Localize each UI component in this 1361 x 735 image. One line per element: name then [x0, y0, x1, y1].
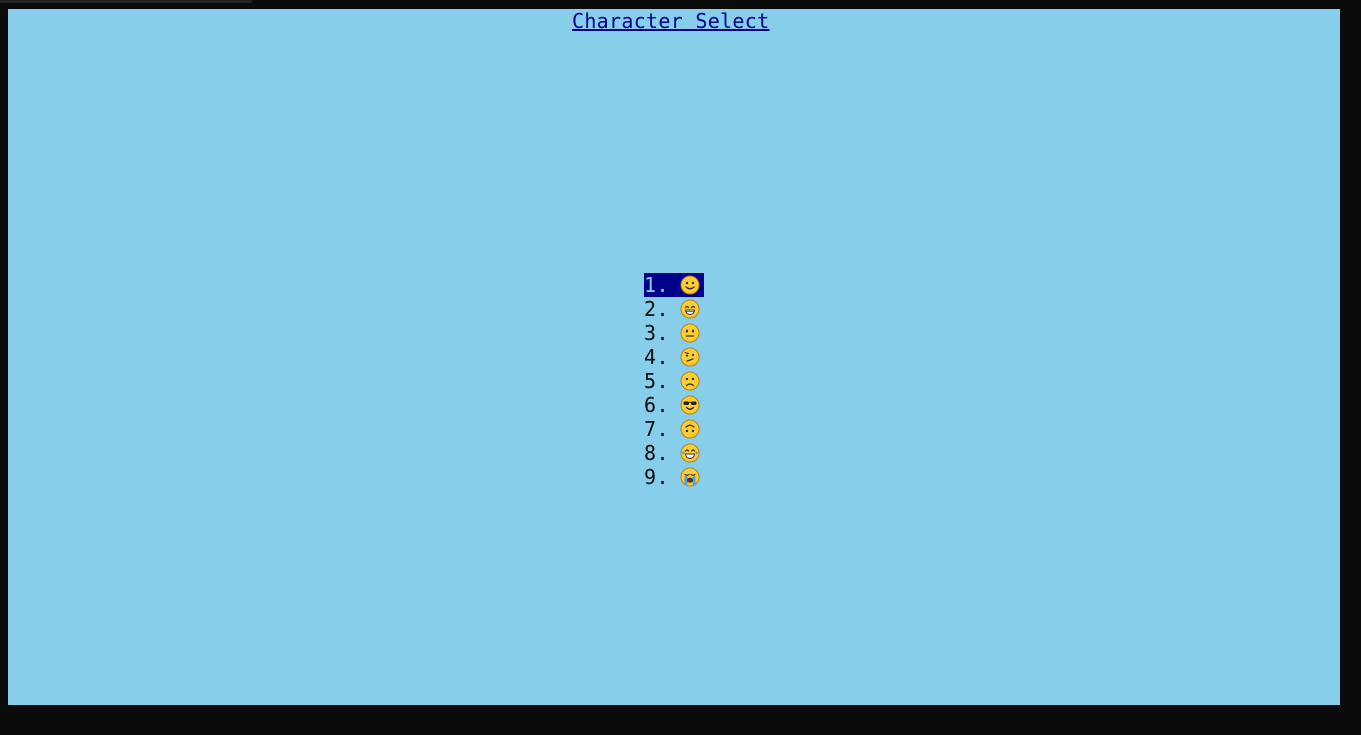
option-number: 9. [644, 465, 670, 489]
window-top-edge [0, 0, 252, 3]
option-number: 1. [644, 273, 670, 297]
option-number: 6. [644, 393, 670, 417]
character-option-9[interactable]: 9. [644, 465, 704, 489]
loudly-crying-face-icon [680, 467, 700, 487]
character-option-5[interactable]: 5. [644, 369, 704, 393]
character-option-2[interactable]: 2. [644, 297, 704, 321]
character-option-8[interactable]: 8. [644, 441, 704, 465]
neutral-face-icon [680, 323, 700, 343]
option-number: 5. [644, 369, 670, 393]
option-number: 8. [644, 441, 670, 465]
option-number: 2. [644, 297, 670, 321]
slightly-frowning-face-icon [680, 371, 700, 391]
tears-of-joy-face-icon [680, 443, 700, 463]
character-option-4[interactable]: 4. [644, 345, 704, 369]
character-option-6[interactable]: 6. [644, 393, 704, 417]
option-number: 7. [644, 417, 670, 441]
sunglasses-face-icon [680, 395, 700, 415]
character-option-7[interactable]: 7. [644, 417, 704, 441]
character-option-3[interactable]: 3. [644, 321, 704, 345]
screen-title: Character Select [572, 9, 770, 33]
game-screen: Character Select 1. 2. 3. 4. 5. 6. 7. 8.… [8, 9, 1340, 705]
option-number: 3. [644, 321, 670, 345]
terminal-window: Character Select 1. 2. 3. 4. 5. 6. 7. 8.… [0, 0, 1361, 735]
option-number: 4. [644, 345, 670, 369]
confused-face-icon [680, 347, 700, 367]
grinning-smiling-eyes-face-icon [680, 299, 700, 319]
slightly-smiling-face-icon [680, 275, 700, 295]
character-list: 1. 2. 3. 4. 5. 6. 7. 8. 9. [644, 273, 704, 489]
character-option-1[interactable]: 1. [644, 273, 704, 297]
upside-down-face-icon [680, 419, 700, 439]
